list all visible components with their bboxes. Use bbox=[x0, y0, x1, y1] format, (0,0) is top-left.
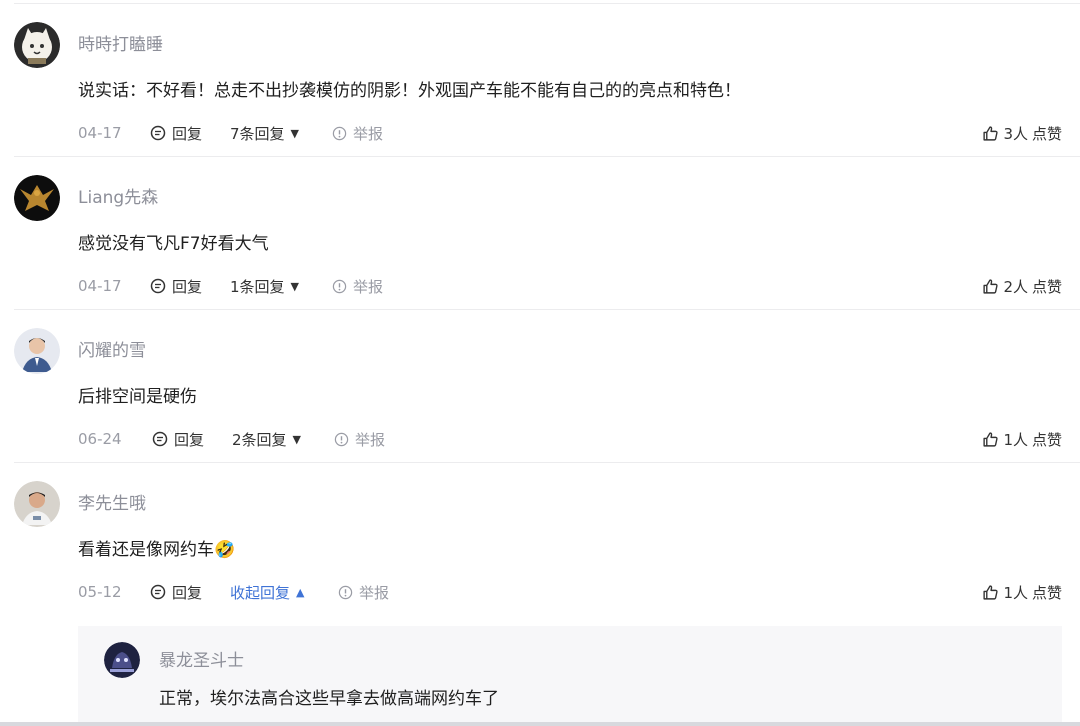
username[interactable]: 時時打瞌睡 bbox=[78, 34, 163, 56]
comment-text: 说实话：不好看！总走不出抄袭模仿的阴影！外观国产车能不能有自己的的亮点和特色！ bbox=[78, 81, 741, 101]
thumbs-up-icon bbox=[983, 278, 999, 294]
comment-date: 05-12 bbox=[78, 583, 122, 601]
avatar[interactable] bbox=[14, 175, 60, 221]
reply-label: 回复 bbox=[172, 277, 203, 296]
report-label: 举报 bbox=[353, 124, 384, 143]
window-bottom-edge bbox=[0, 722, 1080, 726]
thumbs-up-icon bbox=[983, 584, 999, 600]
reply-button[interactable]: 回复 bbox=[150, 123, 230, 144]
caret-down-icon: ▼ bbox=[290, 279, 300, 293]
comment-text: 感觉没有飞凡F7好看大气 bbox=[78, 234, 269, 254]
comment-meta: 04-17 回复 1条回复 ▼ 举报 bbox=[78, 274, 383, 298]
comment-item: 闪耀的雪 后排空间是硬伤 06-24 回复 2条回复 ▼ 举报 1人 点赞 bbox=[0, 310, 1080, 463]
like-button[interactable]: 1人 点赞 bbox=[982, 427, 1062, 451]
thumbs-up-icon bbox=[983, 431, 999, 447]
reply-button[interactable]: 回复 bbox=[150, 276, 230, 297]
report-button[interactable]: 举报 bbox=[332, 276, 383, 297]
comment-meta: 06-24 回复 2条回复 ▼ 举报 bbox=[78, 427, 385, 451]
username[interactable]: Liang先森 bbox=[78, 187, 158, 209]
replies-toggle[interactable]: 7条回复 ▼ bbox=[230, 123, 332, 144]
comment-date: 04-17 bbox=[78, 124, 122, 142]
comment-meta: 05-12 回复 收起回复 ▲ 举报 bbox=[78, 580, 389, 604]
report-label: 举报 bbox=[359, 583, 390, 602]
thumbs-up-icon bbox=[983, 125, 999, 141]
like-label: 点赞 bbox=[1031, 124, 1062, 143]
comment-date: 06-24 bbox=[78, 430, 122, 448]
username[interactable]: 李先生哦 bbox=[78, 493, 146, 515]
collapse-replies-toggle[interactable]: 收起回复 ▲ bbox=[230, 582, 338, 603]
like-label: 点赞 bbox=[1031, 583, 1062, 602]
report-button[interactable]: 举报 bbox=[338, 582, 389, 603]
info-circle-icon bbox=[332, 279, 347, 293]
report-label: 举报 bbox=[353, 277, 384, 296]
comment-item: 時時打瞌睡 说实话：不好看！总走不出抄袭模仿的阴影！外观国产车能不能有自己的的亮… bbox=[0, 4, 1080, 157]
username[interactable]: 暴龙圣斗士 bbox=[159, 650, 244, 672]
report-button[interactable]: 举报 bbox=[334, 429, 385, 450]
comment-date: 04-17 bbox=[78, 277, 122, 295]
like-count: 1人 bbox=[1003, 430, 1028, 449]
replies-count-label: 收起回复 bbox=[230, 583, 291, 602]
reply-text: 正常，埃尔法高合这些早拿去做高端网约车了 bbox=[159, 689, 499, 709]
report-button[interactable]: 举报 bbox=[332, 123, 383, 144]
reply-label: 回复 bbox=[174, 430, 205, 449]
like-button[interactable]: 3人 点赞 bbox=[982, 121, 1062, 145]
caret-up-icon: ▲ bbox=[296, 585, 305, 599]
comment-meta: 04-17 回复 7条回复 ▼ 举报 bbox=[78, 121, 383, 145]
like-count: 2人 bbox=[1003, 277, 1028, 296]
avatar[interactable] bbox=[14, 328, 60, 374]
comment-item: 李先生哦 看着还是像网约车🤣 05-12 回复 收起回复 ▲ 举报 1人 点赞 bbox=[0, 463, 1080, 616]
like-button[interactable]: 2人 点赞 bbox=[982, 274, 1062, 298]
reply-label: 回复 bbox=[172, 583, 203, 602]
comment-item: Liang先森 感觉没有飞凡F7好看大气 04-17 回复 1条回复 ▼ 举报 … bbox=[0, 157, 1080, 310]
report-label: 举报 bbox=[355, 430, 386, 449]
info-circle-icon bbox=[332, 126, 347, 140]
comment-text: 看着还是像网约车🤣 bbox=[78, 540, 236, 560]
like-label: 点赞 bbox=[1031, 430, 1062, 449]
replies-toggle[interactable]: 2条回复 ▼ bbox=[232, 429, 334, 450]
like-count: 1人 bbox=[1003, 583, 1028, 602]
info-circle-icon bbox=[334, 432, 349, 446]
username[interactable]: 闪耀的雪 bbox=[78, 340, 146, 362]
caret-down-icon: ▼ bbox=[290, 126, 300, 140]
comment-text: 后排空间是硬伤 bbox=[78, 387, 197, 407]
replies-count-label: 7条回复 bbox=[230, 124, 285, 143]
reply-bubble-icon bbox=[150, 125, 166, 141]
info-circle-icon bbox=[338, 585, 353, 599]
reply-label: 回复 bbox=[172, 124, 203, 143]
avatar[interactable] bbox=[14, 481, 60, 527]
reply-button[interactable]: 回复 bbox=[150, 582, 230, 603]
like-count: 3人 bbox=[1003, 124, 1028, 143]
avatar[interactable] bbox=[14, 22, 60, 68]
caret-down-icon: ▼ bbox=[292, 432, 302, 446]
reply-bubble-icon bbox=[150, 584, 166, 600]
reply-bubble-icon bbox=[152, 431, 168, 447]
replies-count-label: 2条回复 bbox=[232, 430, 287, 449]
reply-button[interactable]: 回复 bbox=[152, 429, 232, 450]
reply-bubble-icon bbox=[150, 278, 166, 294]
like-label: 点赞 bbox=[1031, 277, 1062, 296]
replies-toggle[interactable]: 1条回复 ▼ bbox=[230, 276, 332, 297]
like-button[interactable]: 1人 点赞 bbox=[982, 580, 1062, 604]
avatar[interactable] bbox=[104, 642, 140, 678]
sub-reply-panel: 暴龙圣斗士 正常，埃尔法高合这些早拿去做高端网约车了 bbox=[78, 626, 1062, 726]
replies-count-label: 1条回复 bbox=[230, 277, 285, 296]
